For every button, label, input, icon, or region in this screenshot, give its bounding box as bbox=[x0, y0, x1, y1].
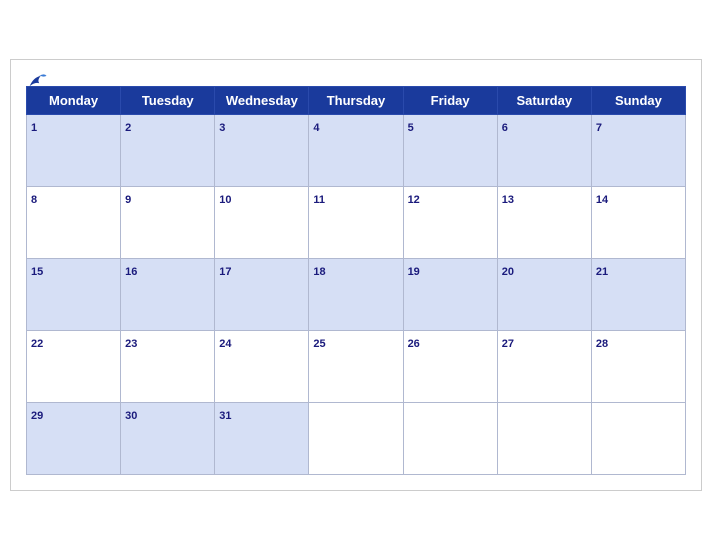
day-cell: 4 bbox=[309, 115, 403, 187]
day-cell: 2 bbox=[121, 115, 215, 187]
day-cell: 15 bbox=[27, 259, 121, 331]
day-number: 12 bbox=[408, 194, 420, 206]
header-tuesday: Tuesday bbox=[121, 87, 215, 115]
day-number: 23 bbox=[125, 338, 137, 350]
day-cell: 26 bbox=[403, 331, 497, 403]
day-cell: 14 bbox=[591, 187, 685, 259]
day-number: 13 bbox=[502, 194, 514, 206]
week-row-3: 15 16 17 18 19 20 21 bbox=[27, 259, 686, 331]
day-cell: 20 bbox=[497, 259, 591, 331]
day-cell: 21 bbox=[591, 259, 685, 331]
day-cell: 24 bbox=[215, 331, 309, 403]
day-number: 30 bbox=[125, 410, 137, 422]
day-number: 24 bbox=[219, 338, 231, 350]
day-number: 26 bbox=[408, 338, 420, 350]
day-number: 28 bbox=[596, 338, 608, 350]
logo-bird-icon bbox=[26, 70, 48, 92]
week-row-2: 8 9 10 11 12 13 14 bbox=[27, 187, 686, 259]
logo-area bbox=[26, 70, 52, 92]
day-number: 18 bbox=[313, 266, 325, 278]
day-cell: 16 bbox=[121, 259, 215, 331]
header-saturday: Saturday bbox=[497, 87, 591, 115]
day-cell: 13 bbox=[497, 187, 591, 259]
header-thursday: Thursday bbox=[309, 87, 403, 115]
day-cell bbox=[403, 403, 497, 475]
header-friday: Friday bbox=[403, 87, 497, 115]
day-cell: 27 bbox=[497, 331, 591, 403]
weekday-header-row: Monday Tuesday Wednesday Thursday Friday… bbox=[27, 87, 686, 115]
day-cell: 11 bbox=[309, 187, 403, 259]
calendar-header bbox=[26, 70, 686, 78]
day-number: 21 bbox=[596, 266, 608, 278]
day-cell bbox=[497, 403, 591, 475]
calendar-wrapper: Monday Tuesday Wednesday Thursday Friday… bbox=[10, 59, 702, 491]
day-cell: 31 bbox=[215, 403, 309, 475]
day-cell: 3 bbox=[215, 115, 309, 187]
header-sunday: Sunday bbox=[591, 87, 685, 115]
day-cell: 30 bbox=[121, 403, 215, 475]
week-row-5: 29 30 31 bbox=[27, 403, 686, 475]
header-wednesday: Wednesday bbox=[215, 87, 309, 115]
day-number: 5 bbox=[408, 122, 414, 134]
day-cell: 10 bbox=[215, 187, 309, 259]
week-row-4: 22 23 24 25 26 27 28 bbox=[27, 331, 686, 403]
day-number: 10 bbox=[219, 194, 231, 206]
day-cell: 6 bbox=[497, 115, 591, 187]
day-number: 1 bbox=[31, 122, 37, 134]
day-cell: 12 bbox=[403, 187, 497, 259]
day-number: 4 bbox=[313, 122, 319, 134]
day-number: 6 bbox=[502, 122, 508, 134]
day-cell bbox=[309, 403, 403, 475]
day-cell: 18 bbox=[309, 259, 403, 331]
day-cell: 8 bbox=[27, 187, 121, 259]
day-cell: 1 bbox=[27, 115, 121, 187]
day-cell: 22 bbox=[27, 331, 121, 403]
day-number: 14 bbox=[596, 194, 608, 206]
calendar-table: Monday Tuesday Wednesday Thursday Friday… bbox=[26, 86, 686, 475]
day-number: 19 bbox=[408, 266, 420, 278]
day-number: 8 bbox=[31, 194, 37, 206]
day-number: 22 bbox=[31, 338, 43, 350]
week-row-1: 1 2 3 4 5 6 7 bbox=[27, 115, 686, 187]
day-number: 3 bbox=[219, 122, 225, 134]
day-number: 20 bbox=[502, 266, 514, 278]
day-cell bbox=[591, 403, 685, 475]
day-number: 11 bbox=[313, 194, 325, 206]
day-number: 29 bbox=[31, 410, 43, 422]
day-cell: 9 bbox=[121, 187, 215, 259]
day-cell: 23 bbox=[121, 331, 215, 403]
day-number: 31 bbox=[219, 410, 231, 422]
day-number: 16 bbox=[125, 266, 137, 278]
day-number: 25 bbox=[313, 338, 325, 350]
day-cell: 5 bbox=[403, 115, 497, 187]
day-cell: 28 bbox=[591, 331, 685, 403]
day-cell: 7 bbox=[591, 115, 685, 187]
day-cell: 19 bbox=[403, 259, 497, 331]
day-number: 17 bbox=[219, 266, 231, 278]
day-number: 2 bbox=[125, 122, 131, 134]
day-number: 27 bbox=[502, 338, 514, 350]
day-cell: 29 bbox=[27, 403, 121, 475]
day-cell: 17 bbox=[215, 259, 309, 331]
day-number: 9 bbox=[125, 194, 131, 206]
day-cell: 25 bbox=[309, 331, 403, 403]
day-number: 7 bbox=[596, 122, 602, 134]
day-number: 15 bbox=[31, 266, 43, 278]
